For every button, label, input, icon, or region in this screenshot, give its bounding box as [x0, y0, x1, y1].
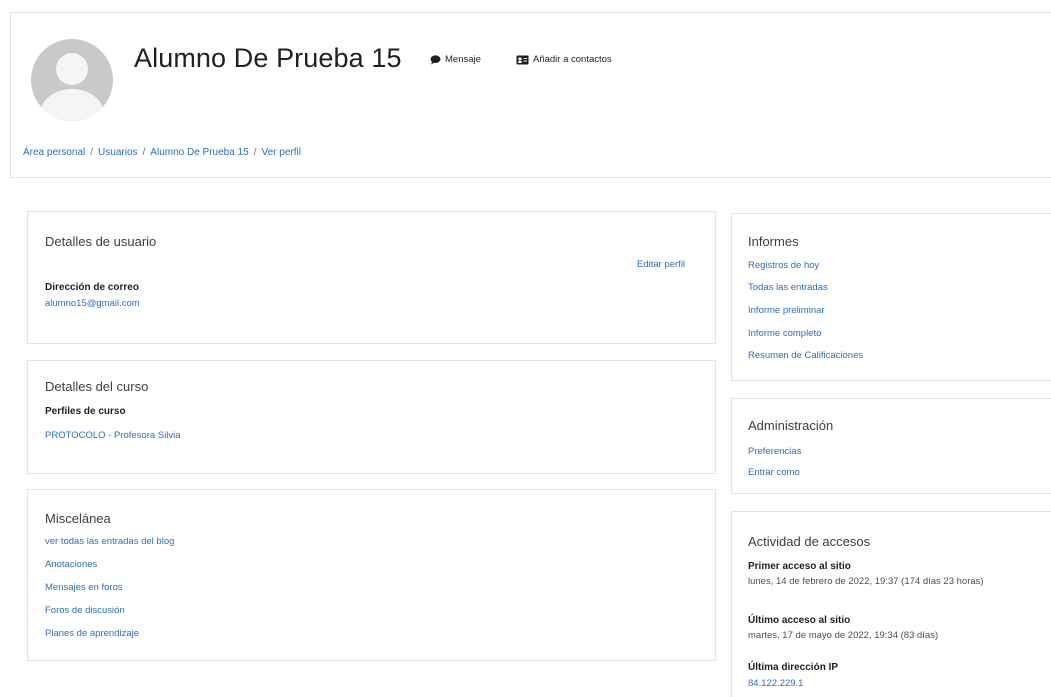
administration-section: Administración Preferencias Entrar como: [731, 398, 1051, 494]
first-access-value: lunes, 14 de febrero de 2022, 19:37 (174…: [748, 576, 984, 587]
reports-section: Informes Registros de hoy Todas las entr…: [731, 213, 1051, 381]
notes-link[interactable]: Anotaciones: [45, 559, 97, 570]
blog-entries-link[interactable]: ver todas las entradas del blog: [45, 536, 174, 547]
speech-bubble-icon: [430, 54, 441, 65]
breadcrumb-separator: /: [90, 147, 94, 158]
outline-report-link[interactable]: Informe preliminar: [748, 305, 825, 316]
add-contact-button[interactable]: Añadir a contactos: [516, 54, 612, 65]
forum-discussions-link[interactable]: Foros de discusión: [45, 605, 125, 616]
page-title: Alumno De Prueba 15: [134, 43, 402, 73]
last-ip-link[interactable]: 84.122.229.1: [748, 678, 803, 689]
course-link[interactable]: PROTOCOLO - Profesora Silvia: [45, 430, 181, 441]
user-avatar[interactable]: [31, 39, 113, 121]
section-title: Informes: [748, 234, 799, 249]
message-label: Mensaje: [445, 54, 481, 65]
login-as-link[interactable]: Entrar como: [748, 467, 800, 478]
course-profiles-label: Perfiles de curso: [45, 406, 126, 417]
section-title: Detalles de usuario: [45, 234, 157, 249]
email-label: Dirección de correo: [45, 282, 139, 293]
complete-report-link[interactable]: Informe completo: [748, 328, 821, 339]
todays-logs-link[interactable]: Registros de hoy: [748, 260, 819, 271]
all-logs-link[interactable]: Todas las entradas: [748, 282, 828, 293]
avatar-head: [56, 53, 88, 85]
breadcrumb-separator: /: [253, 147, 257, 158]
breadcrumb-item-area-personal[interactable]: Área personal: [23, 147, 85, 158]
grades-overview-link[interactable]: Resumen de Calificaciones: [748, 350, 863, 361]
course-details-section: Detalles del curso Perfiles de curso PRO…: [27, 360, 716, 474]
learning-plans-link[interactable]: Planes de aprendizaje: [45, 628, 139, 639]
breadcrumb-item-ver-perfil[interactable]: Ver perfil: [261, 147, 300, 158]
last-ip-label: Última dirección IP: [748, 662, 839, 673]
edit-profile-link[interactable]: Editar perfil: [637, 259, 685, 270]
breadcrumb-item-user[interactable]: Alumno De Prueba 15: [150, 147, 248, 158]
breadcrumb-item-usuarios[interactable]: Usuarios: [98, 147, 137, 158]
section-title: Administración: [748, 418, 834, 433]
email-link[interactable]: alumno15@gmail.com: [45, 298, 140, 309]
message-button[interactable]: Mensaje: [430, 54, 481, 65]
profile-header: Alumno De Prueba 15 Mensaje Añadir a con…: [10, 12, 1051, 178]
last-access-value: martes, 17 de mayo de 2022, 19:34 (83 dí…: [748, 630, 939, 641]
section-title: Actividad de accesos: [748, 534, 871, 549]
address-card-icon: [516, 55, 529, 64]
last-access-label: Último acceso al sitio: [748, 615, 851, 626]
preferences-link[interactable]: Preferencias: [748, 446, 801, 457]
misc-section: Miscelánea ver todas las entradas del bl…: [27, 489, 716, 661]
breadcrumb-separator: /: [142, 147, 146, 158]
breadcrumb: Área personal / Usuarios / Alumno De Pru…: [23, 147, 301, 158]
user-details-section: Detalles de usuario Editar perfil Direcc…: [27, 211, 716, 344]
section-title: Miscelánea: [45, 511, 111, 526]
add-contact-label: Añadir a contactos: [533, 54, 612, 65]
access-activity-section: Actividad de accesos Primer acceso al si…: [731, 511, 1051, 697]
forum-posts-link[interactable]: Mensajes en foros: [45, 582, 123, 593]
avatar-body: [40, 89, 104, 121]
first-access-label: Primer acceso al sitio: [748, 561, 851, 572]
section-title: Detalles del curso: [45, 379, 149, 394]
